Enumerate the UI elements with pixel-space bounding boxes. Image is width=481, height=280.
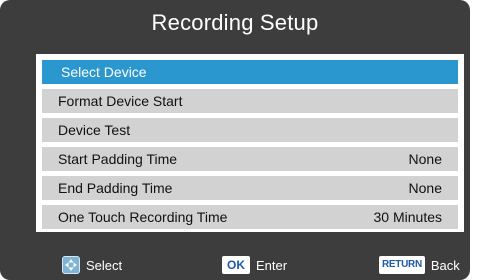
menu-item-select-device[interactable]: Select Device bbox=[42, 60, 458, 84]
page-title: Recording Setup bbox=[151, 10, 319, 35]
menu-item-one-touch-recording-time[interactable]: One Touch Recording Time 30 Minutes bbox=[42, 205, 458, 229]
menu-item-label: Format Device Start bbox=[58, 93, 183, 109]
settings-menu: Select Device Format Device Start Device… bbox=[36, 54, 464, 232]
enter-hint: OK Enter bbox=[222, 255, 287, 275]
menu-item-label: Device Test bbox=[58, 122, 131, 138]
select-hint: Select bbox=[62, 255, 122, 275]
menu-item-end-padding-time[interactable]: End Padding Time None bbox=[42, 176, 458, 200]
return-key-badge: RETURN bbox=[379, 256, 425, 274]
menu-item-label: One Touch Recording Time bbox=[58, 209, 228, 225]
ok-key-badge: OK bbox=[222, 256, 250, 274]
menu-item-format-device-start[interactable]: Format Device Start bbox=[42, 89, 458, 113]
recording-setup-screen: Recording Setup Select Device Format Dev… bbox=[0, 0, 470, 280]
enter-hint-label: Enter bbox=[256, 257, 288, 273]
back-hint: RETURN Back bbox=[379, 255, 460, 275]
key-hint-bar: Select OK Enter RETURN Back bbox=[0, 255, 470, 275]
menu-item-label: Start Padding Time bbox=[58, 151, 178, 167]
menu-item-label: End Padding Time bbox=[58, 180, 173, 196]
menu-item-label: Select Device bbox=[61, 64, 147, 80]
menu-item-device-test[interactable]: Device Test bbox=[42, 118, 458, 142]
end-padding-time-value: None bbox=[408, 180, 442, 196]
menu-item-start-padding-time[interactable]: Start Padding Time None bbox=[42, 147, 458, 171]
back-hint-label: Back bbox=[430, 257, 460, 273]
one-touch-recording-time-value: 30 Minutes bbox=[373, 209, 442, 225]
select-hint-label: Select bbox=[86, 257, 123, 273]
start-padding-time-value: None bbox=[408, 151, 442, 167]
directional-pad-icon bbox=[62, 256, 80, 274]
